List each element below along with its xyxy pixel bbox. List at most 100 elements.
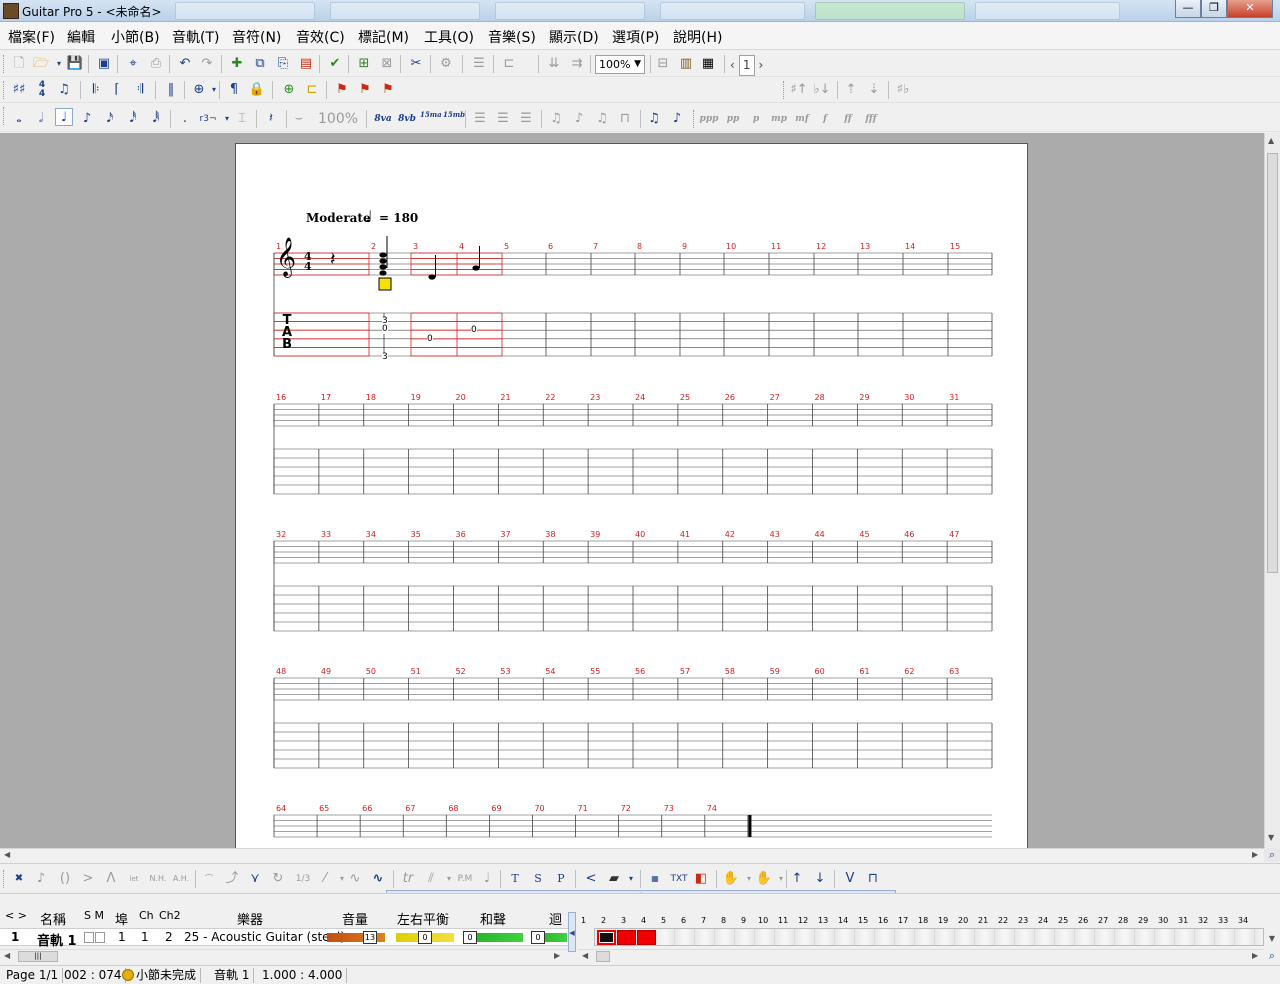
- chorus-slider[interactable]: 0: [463, 931, 523, 944]
- toolbar-grip[interactable]: [693, 110, 696, 128]
- auto-stem-icon[interactable]: ♫: [547, 110, 565, 128]
- toolbar-grip[interactable]: [783, 81, 786, 99]
- measure-grid-scrollbar[interactable]: ◀ ▶: [578, 949, 1264, 963]
- dynamic-p-button[interactable]: p: [746, 110, 766, 128]
- menu-note[interactable]: 音符(N): [232, 27, 281, 47]
- measure-ruler-number[interactable]: 16: [878, 916, 888, 925]
- measure-ruler-number[interactable]: 13: [818, 916, 828, 925]
- paste-icon[interactable]: ⎘: [274, 55, 292, 73]
- menu-view[interactable]: 顯示(D): [549, 27, 599, 47]
- downstroke-icon[interactable]: ⊓: [864, 870, 882, 888]
- previous-page-icon[interactable]: ‹: [730, 58, 735, 72]
- track-name[interactable]: 音軌 1: [37, 930, 77, 949]
- scroll-down-arrow-icon[interactable]: ▼: [1268, 833, 1274, 842]
- transpose-down-icon[interactable]: ♭↓: [813, 81, 831, 99]
- column-header-solo-mute[interactable]: S M: [84, 909, 104, 922]
- menu-sound[interactable]: 音樂(S): [488, 27, 536, 47]
- menu-help[interactable]: 說明(H): [673, 27, 722, 47]
- drum-kit-icon[interactable]: ▥: [677, 55, 695, 73]
- column-header-channel2[interactable]: Ch2: [159, 909, 181, 922]
- toolbar-grip[interactable]: [3, 81, 6, 99]
- measure-ruler-number[interactable]: 21: [978, 916, 988, 925]
- scroll-right-arrow-icon[interactable]: ▶: [1252, 951, 1258, 960]
- notehead[interactable]: [379, 264, 387, 270]
- tab-fret-number[interactable]: 0: [382, 325, 388, 334]
- coda-dropdown-icon[interactable]: ▾: [205, 81, 223, 99]
- beam-group-icon[interactable]: ⊓: [616, 110, 634, 128]
- toolbar-grip[interactable]: [3, 107, 6, 125]
- track-nav-arrows-icon[interactable]: < >: [5, 909, 27, 922]
- notehead[interactable]: [428, 274, 436, 280]
- popping-button[interactable]: P: [552, 870, 570, 888]
- scroll-right-arrow-icon[interactable]: ▶: [554, 951, 560, 960]
- measure-ruler-number[interactable]: 3: [621, 916, 626, 925]
- track-list-scroll-thumb[interactable]: |||: [18, 951, 58, 962]
- zoom-magnifier-icon[interactable]: ⌕: [1264, 949, 1280, 963]
- fraction-button[interactable]: 1/3: [292, 870, 314, 888]
- menu-track[interactable]: 音軌(T): [172, 27, 219, 47]
- measure-ruler-number[interactable]: 33: [1218, 916, 1228, 925]
- bend-icon[interactable]: ⋎: [246, 870, 264, 888]
- dynamic-ff-button[interactable]: ff: [838, 110, 858, 128]
- sixteenth-note-icon[interactable]: 𝅘𝅥𝅯: [101, 110, 119, 128]
- maximize-button[interactable]: ❐: [1201, 0, 1227, 18]
- pilcrow-icon[interactable]: ¶: [225, 81, 243, 99]
- trill-icon[interactable]: tr: [399, 870, 417, 888]
- piano-keyboard-icon[interactable]: ▦: [699, 55, 717, 73]
- scroll-left-arrow-icon[interactable]: ◀: [4, 850, 10, 859]
- insert-bar-icon[interactable]: ⊞: [355, 55, 373, 73]
- beam-icon[interactable]: ⌶: [233, 110, 251, 128]
- tab-fret-number[interactable]: 3: [382, 353, 388, 362]
- pan-slider[interactable]: 0: [396, 931, 454, 944]
- accent-icon[interactable]: >: [79, 870, 97, 888]
- volume-slider[interactable]: 13: [327, 931, 385, 944]
- measure-ruler-number[interactable]: 11: [778, 916, 788, 925]
- column-header-pan[interactable]: 左右平衡: [397, 909, 449, 928]
- score-page[interactable]: Moderate ♩ = 180 1 2 3 4 5 6 7 8 9 10 11 12 13 14 15 𝄞 4…: [235, 143, 1028, 848]
- panel-splitter-handle[interactable]: ◀: [568, 912, 576, 952]
- text-align-left-icon[interactable]: ☰: [471, 110, 489, 128]
- dotted-note-icon[interactable]: .: [176, 110, 194, 128]
- chorus-knob[interactable]: 0: [463, 931, 477, 944]
- fingering-left-icon[interactable]: ✋: [722, 870, 740, 888]
- tremolo-picking-icon[interactable]: ⫽: [422, 870, 440, 888]
- next-page-icon[interactable]: ›: [758, 58, 763, 72]
- zoom-select[interactable]: 100% ▼: [595, 55, 645, 74]
- color-marker-icon[interactable]: ◧: [692, 870, 710, 888]
- column-header-name[interactable]: 名稱: [40, 909, 66, 928]
- text-align-right-icon[interactable]: ☰: [517, 110, 535, 128]
- fingering-right-icon[interactable]: ✋: [755, 870, 773, 888]
- guitar-pro-app-icon[interactable]: [3, 3, 19, 19]
- measure-ruler-number[interactable]: 20: [958, 916, 968, 925]
- stroke-down-icon[interactable]: ↓: [811, 870, 829, 888]
- half-note-icon[interactable]: 𝅗𝅥: [32, 110, 50, 128]
- time-signature-icon[interactable]: 44: [33, 81, 51, 99]
- menu-bar-measure[interactable]: 小節(B): [111, 27, 160, 47]
- measure-ruler-number[interactable]: 12: [798, 916, 808, 925]
- octave-15ma-button[interactable]: 15ma: [420, 110, 442, 128]
- track-instrument[interactable]: 25 - Acoustic Guitar (steel): [184, 930, 345, 944]
- octave-8vb-button[interactable]: 8vb: [396, 110, 418, 128]
- menu-effects[interactable]: 音效(C): [296, 27, 345, 47]
- delete-bar-icon[interactable]: ⊠: [378, 55, 396, 73]
- undo-icon[interactable]: ↶: [176, 55, 194, 73]
- measure-grid-scroll-thumb[interactable]: [596, 951, 610, 962]
- repeat-open-icon[interactable]: 𝄆: [87, 81, 105, 99]
- pickstroke-icon[interactable]: ▰: [605, 870, 623, 888]
- measure-ruler-number[interactable]: 7: [701, 916, 706, 925]
- reverb-knob[interactable]: 0: [531, 931, 545, 944]
- heavy-accent-icon[interactable]: Λ: [102, 870, 120, 888]
- filled-measure-cell[interactable]: [617, 930, 636, 945]
- redo-icon[interactable]: ↷: [198, 55, 216, 73]
- break-beam-icon[interactable]: ♪: [668, 110, 686, 128]
- pan-knob[interactable]: 0: [418, 931, 432, 944]
- menu-options[interactable]: 選項(P): [612, 27, 659, 47]
- cut-icon[interactable]: ✚: [228, 55, 246, 73]
- filled-measure-cell[interactable]: [597, 930, 616, 945]
- track-channel[interactable]: 1: [141, 930, 149, 944]
- settings-gear-icon[interactable]: ⚙: [437, 55, 455, 73]
- palm-mute-button[interactable]: P.M: [454, 870, 476, 888]
- page-number-input[interactable]: 1: [738, 55, 755, 76]
- track-row[interactable]: 1 音軌 1 1 1 2 25 - Acoustic Guitar (steel…: [0, 928, 568, 949]
- vertical-scrollbar[interactable]: ▲ ▼: [1264, 133, 1280, 848]
